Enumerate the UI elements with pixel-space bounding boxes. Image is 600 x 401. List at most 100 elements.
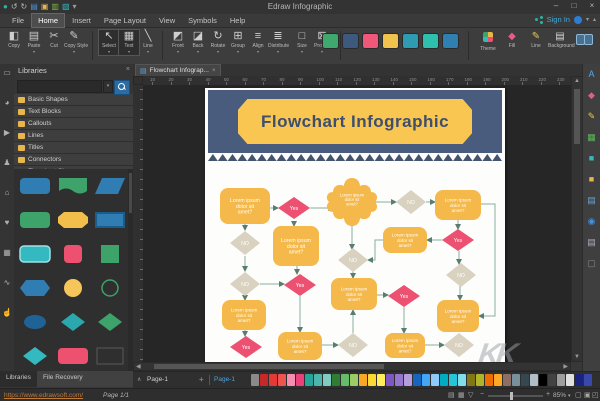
yellow-swatch-icon[interactable]: ■ bbox=[583, 169, 600, 190]
active-page-tab[interactable]: Page-1 bbox=[214, 376, 235, 383]
library-item-connectors[interactable]: Connectors bbox=[14, 154, 133, 166]
scroll-right-icon[interactable]: ▶ bbox=[563, 363, 568, 371]
copy-button[interactable]: ◧ Copy bbox=[4, 30, 24, 49]
gallery-shape-framed-rect[interactable] bbox=[92, 209, 128, 231]
palette-color[interactable] bbox=[287, 374, 295, 386]
gallery-shape-rounded-rect[interactable] bbox=[17, 209, 53, 231]
paste-button[interactable]: ▤ Paste ▾ bbox=[24, 30, 44, 54]
gallery-shape-rounded-rect[interactable] bbox=[17, 175, 53, 197]
gallery-shape-diamond[interactable] bbox=[92, 311, 128, 333]
gallery-shape-square[interactable] bbox=[92, 243, 128, 265]
back-button[interactable]: ◪ Back ▾ bbox=[188, 30, 208, 54]
palette-color[interactable] bbox=[278, 374, 286, 386]
libraries-close-icon[interactable]: × bbox=[126, 66, 130, 73]
theme-swatch-6[interactable] bbox=[442, 33, 459, 49]
flow-connector[interactable] bbox=[478, 203, 496, 319]
palette-color[interactable] bbox=[332, 374, 340, 386]
palette-color[interactable] bbox=[575, 374, 583, 386]
palette-color[interactable] bbox=[377, 374, 385, 386]
document-tab-close-icon[interactable]: × bbox=[212, 67, 216, 74]
gallery-shape-circle[interactable] bbox=[55, 277, 91, 299]
palette-color[interactable] bbox=[269, 374, 277, 386]
menu-item-view[interactable]: View bbox=[153, 14, 181, 27]
panel-tab-file-recovery[interactable]: File Recovery bbox=[36, 371, 133, 387]
pencil-tool-icon[interactable]: ✎ bbox=[583, 106, 600, 127]
palette-color[interactable] bbox=[458, 374, 466, 386]
pictures-icon[interactable]: ▦ bbox=[0, 244, 14, 274]
library-search-input[interactable] bbox=[17, 80, 102, 93]
connectors-icon[interactable]: ∿ bbox=[0, 274, 14, 304]
teal-swatch-icon[interactable]: ■ bbox=[583, 148, 600, 169]
symbols-icon[interactable]: ♥ bbox=[0, 214, 14, 244]
front-button[interactable]: ◩ Front ▾ bbox=[168, 30, 188, 54]
palette-color[interactable] bbox=[305, 374, 313, 386]
distribute-button[interactable]: ≣ Distribute ▾ bbox=[268, 30, 289, 54]
palette-color[interactable] bbox=[539, 374, 547, 386]
account-caret-icon[interactable]: ▾ bbox=[586, 16, 589, 23]
cut-button[interactable]: ✂ Cut bbox=[44, 30, 64, 49]
library-item-text-blocks[interactable]: Text Blocks bbox=[14, 106, 133, 118]
menu-item-symbols[interactable]: Symbols bbox=[182, 14, 223, 27]
palette-color[interactable] bbox=[404, 374, 412, 386]
document-icon[interactable]: ▤ bbox=[583, 190, 600, 211]
panel-tab-libraries[interactable]: Libraries bbox=[0, 371, 37, 387]
shapes-icon[interactable]: ▭ bbox=[0, 64, 14, 94]
zoom-slider[interactable] bbox=[488, 392, 543, 400]
palette-color[interactable] bbox=[503, 374, 511, 386]
palette-color[interactable] bbox=[431, 374, 439, 386]
palette-color[interactable] bbox=[440, 374, 448, 386]
group-button[interactable]: ⊞ Group ▾ bbox=[228, 30, 248, 54]
line-button[interactable]: ╲ Line ▾ bbox=[138, 30, 158, 54]
page-chevron-icon[interactable]: ∧ bbox=[137, 376, 141, 383]
background-button[interactable]: ▤ Background bbox=[548, 31, 575, 49]
image-tool-icon[interactable]: ▦ bbox=[583, 127, 600, 148]
buildings-icon[interactable]: ⌂ bbox=[0, 184, 14, 214]
palette-color[interactable] bbox=[296, 374, 304, 386]
palette-color[interactable] bbox=[512, 374, 520, 386]
find-replace-icon[interactable] bbox=[576, 34, 593, 45]
flow-connector[interactable] bbox=[367, 239, 383, 263]
text-tool-icon[interactable]: A bbox=[583, 64, 600, 85]
palette-color[interactable] bbox=[260, 374, 268, 386]
line-button[interactable]: ✎ Line bbox=[524, 31, 548, 49]
menu-item-home[interactable]: Home bbox=[31, 13, 66, 28]
add-page-button[interactable]: + bbox=[199, 375, 204, 384]
library-item-basic-shapes[interactable]: Basic Shapes bbox=[14, 94, 133, 106]
gallery-shape-rounded-octagon[interactable] bbox=[55, 209, 91, 231]
copy-style-button[interactable]: ✎ Copy Style ▾ bbox=[64, 30, 88, 54]
theme-button[interactable]: Theme bbox=[476, 31, 500, 52]
palette-color[interactable] bbox=[494, 374, 502, 386]
palette-color[interactable] bbox=[368, 374, 376, 386]
menu-item-help[interactable]: Help bbox=[224, 14, 251, 27]
fill-button[interactable]: ◆ Fill bbox=[500, 31, 524, 49]
palette-color[interactable] bbox=[422, 374, 430, 386]
scroll-down-icon[interactable]: ▼ bbox=[572, 354, 582, 360]
palette-color[interactable] bbox=[251, 374, 259, 386]
palette-color[interactable] bbox=[548, 374, 556, 386]
fullscreen-icon[interactable]: ◰ bbox=[592, 391, 599, 399]
theme-swatch-3[interactable] bbox=[382, 33, 399, 49]
library-item-callouts[interactable]: Callouts bbox=[14, 118, 133, 130]
palette-color[interactable] bbox=[341, 374, 349, 386]
document-tab[interactable]: ▤ Flowchart Infograp... × bbox=[135, 64, 221, 76]
clipart-icon[interactable]: ◕ bbox=[0, 94, 14, 124]
library-item-lines[interactable]: Lines bbox=[14, 130, 133, 142]
palette-color[interactable] bbox=[521, 374, 529, 386]
search-button[interactable] bbox=[114, 80, 130, 95]
select-button[interactable]: ↖ Select ▾ bbox=[98, 29, 120, 56]
zoom-slider-thumb[interactable] bbox=[510, 392, 513, 400]
rotate-button[interactable]: ↻ Rotate ▾ bbox=[208, 30, 228, 54]
people-icon[interactable]: ♟ bbox=[0, 154, 14, 184]
scroll-up-icon[interactable]: ▲ bbox=[572, 78, 582, 84]
minimize-button[interactable]: – bbox=[550, 1, 562, 10]
gallery-shape-rounded-square[interactable] bbox=[55, 243, 91, 265]
gallery-shape-rounded-rect[interactable] bbox=[55, 345, 91, 367]
theme-swatch-5[interactable] bbox=[422, 33, 439, 49]
web-icon[interactable]: ◉ bbox=[583, 211, 600, 232]
close-button[interactable]: × bbox=[586, 1, 598, 10]
hand-icon[interactable]: ☝ bbox=[0, 304, 14, 334]
share-icon[interactable] bbox=[534, 15, 543, 24]
gallery-shape-diamond[interactable] bbox=[17, 345, 53, 367]
account-avatar[interactable] bbox=[573, 15, 582, 24]
zoom-out-button[interactable]: − bbox=[480, 391, 484, 398]
